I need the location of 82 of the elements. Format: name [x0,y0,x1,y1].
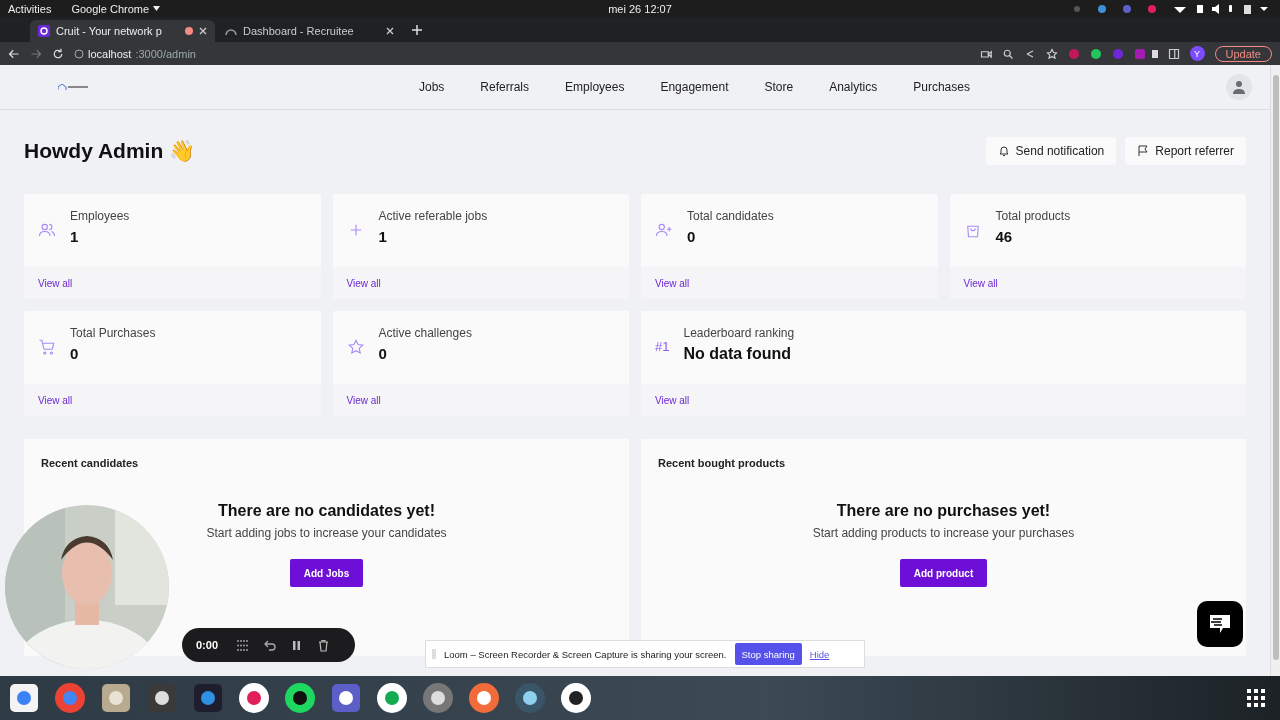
stop-sharing-button[interactable]: Stop sharing [734,643,802,665]
activities-button[interactable]: Activities [8,2,52,15]
address-bar[interactable]: localhost :3000/admin [74,47,970,60]
app-grid-icon[interactable] [1246,688,1266,708]
cart-icon [38,338,56,356]
dots-grid-icon[interactable] [236,638,250,652]
nav-link[interactable]: Engagement [642,80,747,94]
stat-value: 0 [378,345,388,362]
nav-link[interactable]: Purchases [895,80,988,94]
action-button[interactable]: Report referrer [1125,137,1246,165]
info-icon [74,48,84,59]
undo-icon[interactable] [263,638,277,652]
stat-label: Active challenges [378,326,472,340]
users-icon [38,221,56,239]
favicon-icon [38,25,50,37]
close-icon[interactable] [199,27,207,35]
stat-value: 1 [378,228,388,245]
hide-link[interactable]: Hide [809,648,830,660]
back-icon[interactable] [8,47,20,60]
bell-icon [997,145,1010,157]
star-icon[interactable] [1045,47,1058,60]
panel-title: Recent candidates [41,457,139,469]
stat-label: Employees [70,209,130,223]
browser-tab[interactable]: Cruit - Your network p [30,20,215,42]
view-all-link[interactable]: View all [655,394,690,406]
app-menu[interactable]: Google Chrome [71,2,150,15]
zoom-icon[interactable] [1001,47,1014,60]
stat-value: 0 [687,228,697,245]
profile-avatar[interactable]: Y [1189,46,1205,61]
view-all-link[interactable]: View all [346,277,381,289]
clock[interactable]: mei 26 12:07 [608,2,672,15]
browser-tab[interactable]: Dashboard - Recruitee [217,20,402,42]
user-plus-icon [655,221,673,239]
logo-icon[interactable] [58,84,88,90]
empty-text: Start adding jobs to increase your candidates [206,526,447,540]
rank-label: #1 [655,339,670,356]
nav-link[interactable]: Referrals [462,80,548,94]
stat-label: Active referable jobs [378,209,488,223]
user-icon [1232,80,1246,94]
stat-label: Total Purchases [70,326,156,340]
empty-text: Start adding products to increase your purchases [812,526,1075,540]
sharing-message: Loom – Screen Recorder & Screen Capture is sharing your screen. [444,648,727,660]
view-all-link[interactable]: View all [346,394,381,406]
empty-title: There are no candidates yet! [218,502,435,520]
chat-button[interactable] [1197,601,1243,647]
stat-value: 46 [995,228,1014,245]
view-all-link[interactable]: View all [38,277,73,289]
recording-icon [185,27,193,35]
action-button[interactable]: Send notification [985,137,1117,165]
nav-link[interactable]: Analytics [811,80,896,94]
side-panel-icon[interactable] [1167,47,1180,60]
stat-value: No data found [683,345,792,363]
extension-icons-drawing[interactable] [1067,47,1158,60]
view-all-link[interactable]: View all [963,277,998,289]
stat-label: Total candidates [687,209,774,223]
panel-title: Recent bought products [658,457,786,469]
recording-time: 0:00 [196,639,219,651]
nav-link[interactable]: Jobs [401,80,463,94]
stat-value: 0 [70,345,80,362]
star-icon [346,338,365,356]
scrollbar-thumb[interactable] [1272,75,1279,660]
drag-handle-icon[interactable] [432,649,436,659]
chat-icon [1208,613,1232,635]
stat-label: Total products [995,209,1071,223]
cloud-icon [225,27,237,35]
stat-value: 1 [70,228,80,245]
reload-icon[interactable] [52,47,64,60]
stat-label: Leaderboard ranking [683,326,795,340]
new-tab-icon[interactable] [412,24,422,35]
add-button[interactable]: Add product [899,559,988,587]
user-avatar[interactable] [1226,74,1252,100]
flag-icon [1137,145,1150,157]
add-button[interactable]: Add Jobs [289,559,364,587]
nav-link[interactable]: Store [746,80,812,94]
nav-link[interactable]: Employees [547,80,643,94]
greeting-heading: Howdy Admin 👋 [24,139,196,163]
view-all-link[interactable]: View all [38,394,73,406]
empty-title: There are no purchases yet! [836,502,1051,520]
view-all-link[interactable]: View all [655,277,690,289]
trash-icon[interactable] [317,638,331,652]
close-icon[interactable] [386,27,394,35]
caret-icon[interactable] [153,6,161,11]
